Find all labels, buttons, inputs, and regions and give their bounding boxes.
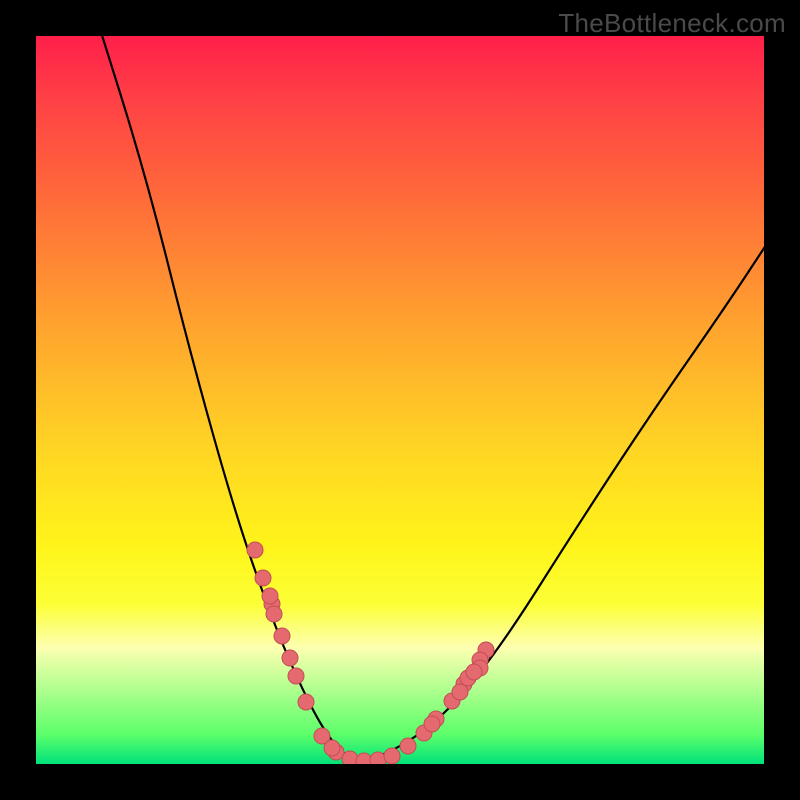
marker-group — [247, 542, 494, 764]
marker-dot — [356, 753, 372, 764]
marker-dot — [262, 588, 278, 604]
marker-dot — [466, 664, 482, 680]
marker-dot — [400, 738, 416, 754]
marker-dot — [298, 694, 314, 710]
marker-dot — [324, 740, 340, 756]
chart-area — [36, 36, 764, 764]
marker-dot — [255, 570, 271, 586]
marker-dot — [266, 606, 282, 622]
marker-dot — [274, 628, 290, 644]
curve-right — [356, 236, 764, 760]
marker-dot — [288, 668, 304, 684]
watermark-text: TheBottleneck.com — [558, 8, 786, 39]
marker-dot — [247, 542, 263, 558]
chart-svg — [36, 36, 764, 764]
curve-left — [96, 36, 356, 760]
marker-dot — [452, 684, 468, 700]
marker-dot — [384, 748, 400, 764]
marker-dot — [424, 716, 440, 732]
marker-dot — [282, 650, 298, 666]
marker-dot — [370, 752, 386, 764]
